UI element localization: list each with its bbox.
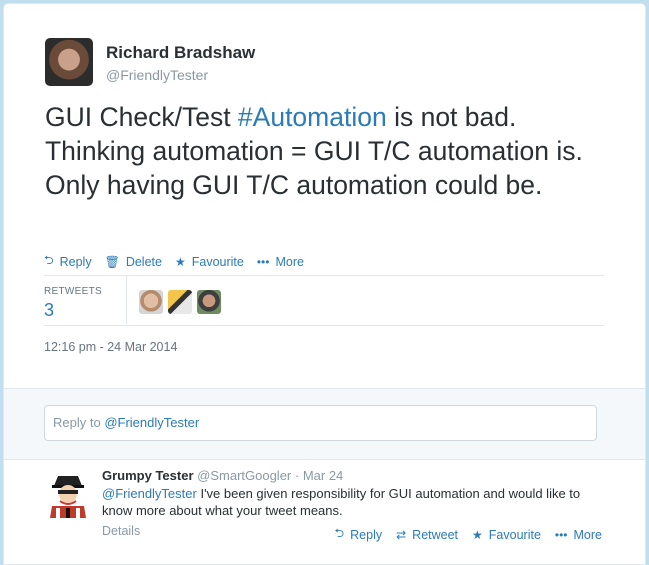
reply-input[interactable]: Reply to @FriendlyTester — [44, 405, 597, 441]
retweeter-avatar[interactable] — [168, 290, 192, 314]
trash-icon: 🗑 — [104, 254, 120, 269]
retweets-stat[interactable]: RETWEETS 3 — [44, 276, 127, 324]
reply-header: Grumpy Tester @SmartGoogler · Mar 24 — [102, 468, 602, 483]
retweet-icon: ⇄ — [396, 527, 407, 542]
reply-retweet-label: Retweet — [412, 527, 459, 542]
star-icon: ★ — [472, 527, 483, 542]
retweets-count[interactable]: 3 — [44, 300, 126, 321]
more-label: More — [275, 254, 304, 269]
reply-footer: Details ⮌ Reply ⇄ Retweet ★ Favourite ••… — [102, 524, 602, 545]
favourite-label: Favourite — [191, 254, 244, 269]
retweeter-avatar[interactable] — [197, 290, 221, 314]
reply-favourite-button[interactable]: ★ Favourite — [472, 524, 541, 545]
reply-text: @FriendlyTester I've been given responsi… — [102, 485, 602, 519]
reply-more-label: More — [573, 527, 602, 542]
hashtag-link[interactable]: #Automation — [238, 102, 387, 132]
reply-date[interactable]: · Mar 24 — [295, 468, 343, 483]
tweet-text: GUI Check/Test #Automation is not bad. T… — [45, 100, 605, 202]
reply-input-mention: @FriendlyTester — [104, 415, 200, 430]
author-name[interactable]: Richard Bradshaw — [106, 43, 255, 63]
more-dots-icon: ••• — [256, 254, 270, 269]
reply-icon: ⮌ — [44, 253, 54, 267]
details-link[interactable]: Details — [102, 524, 140, 545]
reply-retweet-button[interactable]: ⇄ Retweet — [396, 524, 458, 545]
divider — [44, 325, 604, 326]
reply-mention-link[interactable]: @FriendlyTester — [102, 486, 197, 501]
reply-body: Grumpy Tester @SmartGoogler · Mar 24 @Fr… — [102, 468, 602, 545]
tweet-actions: ⮌ Reply 🗑 Delete ★ Favourite ••• More — [44, 251, 317, 272]
reply-favourite-label: Favourite — [488, 527, 541, 542]
tweet-header: Richard Bradshaw @FriendlyTester — [45, 38, 255, 86]
reply-more-button[interactable]: ••• More — [555, 524, 602, 545]
tweet-text-start: GUI Check/Test — [45, 102, 238, 132]
author-handle[interactable]: @FriendlyTester — [106, 67, 255, 83]
reply-author-handle[interactable]: @SmartGoogler — [197, 468, 291, 483]
more-button[interactable]: ••• More — [257, 251, 304, 272]
author-avatar[interactable] — [45, 38, 93, 86]
tweet-timestamp[interactable]: 12:16 pm - 24 Mar 2014 — [44, 340, 177, 354]
tweet-stats: RETWEETS 3 — [44, 276, 604, 324]
retweets-label: RETWEETS — [44, 286, 102, 297]
reply-icon: ⮌ — [334, 526, 345, 540]
reply-input-prefix: Reply to — [53, 415, 105, 430]
reply-author-name[interactable]: Grumpy Tester — [102, 468, 194, 483]
reply-composer-area: Reply to @FriendlyTester — [4, 388, 645, 460]
tweet-permalink-card: Richard Bradshaw @FriendlyTester GUI Che… — [3, 3, 646, 565]
reply-author-avatar[interactable] — [44, 470, 92, 518]
reply-button[interactable]: ⮌ Reply — [44, 251, 92, 272]
hamburglar-avatar-icon — [44, 470, 92, 518]
delete-label: Delete — [125, 254, 162, 269]
retweeter-avatars — [127, 276, 221, 324]
reply-actions: ⮌ Reply ⇄ Retweet ★ Favourite ••• More — [321, 524, 602, 545]
retweeter-avatar[interactable] — [139, 290, 163, 314]
reply-label: Reply — [59, 254, 92, 269]
star-icon: ★ — [174, 254, 186, 269]
delete-button[interactable]: 🗑 Delete — [105, 251, 162, 272]
more-dots-icon: ••• — [554, 527, 568, 542]
favourite-button[interactable]: ★ Favourite — [175, 251, 244, 272]
author-info: Richard Bradshaw @FriendlyTester — [106, 43, 255, 86]
reply-reply-button[interactable]: ⮌ Reply — [335, 524, 383, 545]
reply-reply-label: Reply — [350, 527, 383, 542]
